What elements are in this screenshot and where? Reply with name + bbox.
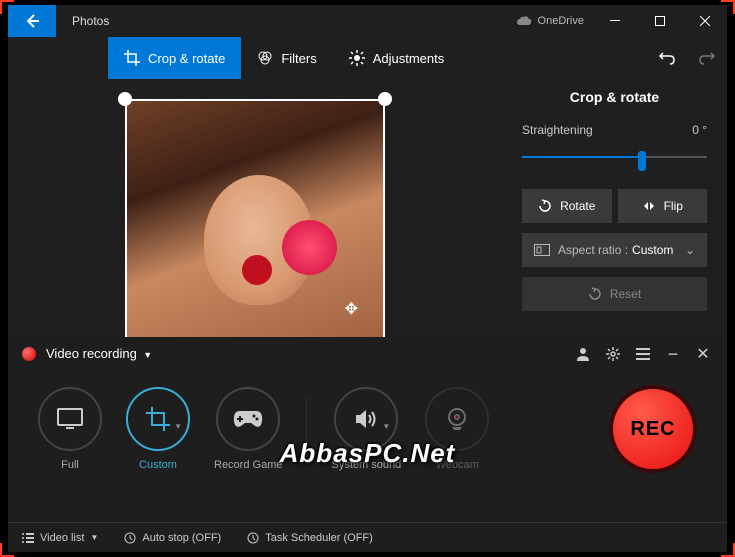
crop-icon xyxy=(146,407,170,431)
slider-thumb[interactable] xyxy=(638,151,646,171)
monitor-icon xyxy=(57,408,83,430)
flip-icon xyxy=(642,199,656,213)
account-icon[interactable] xyxy=(573,344,593,364)
photo-preview: ✥ xyxy=(127,101,383,349)
recorder-close-button[interactable]: ✕ xyxy=(693,344,713,364)
rotate-icon xyxy=(538,199,552,213)
undo-button[interactable] xyxy=(647,37,687,79)
video-list-button[interactable]: Video list ▼ xyxy=(22,532,98,544)
clock-icon xyxy=(124,532,136,544)
crop-icon xyxy=(124,50,140,66)
recorder-titlebar: Video recording ▼ − ✕ xyxy=(8,337,727,371)
aspect-ratio-dropdown[interactable]: Aspect ratio : Custom ⌄ xyxy=(522,233,707,267)
app-title: Photos xyxy=(72,14,109,28)
tab-crop-rotate[interactable]: Crop & rotate xyxy=(108,37,241,79)
aspect-icon xyxy=(534,244,550,256)
reset-icon xyxy=(588,287,602,301)
mode-webcam[interactable]: Webcam xyxy=(425,387,489,471)
adjustments-icon xyxy=(349,50,365,66)
recorder-footer: Video list ▼ Auto stop (OFF) Task Schedu… xyxy=(8,522,727,552)
straightening-value: 0 ° xyxy=(692,123,707,137)
onedrive-status[interactable]: OneDrive xyxy=(516,15,584,27)
crop-handle-tr[interactable] xyxy=(378,92,392,106)
filters-icon xyxy=(257,50,273,66)
menu-icon xyxy=(636,348,650,360)
rotate-button[interactable]: Rotate xyxy=(522,189,612,223)
tab-adjustments[interactable]: Adjustments xyxy=(333,37,461,79)
mode-full[interactable]: Full xyxy=(38,387,102,471)
chevron-down-icon: ▼ xyxy=(90,533,98,542)
edit-toolbar: Crop & rotate Filters Adjustments xyxy=(8,37,727,79)
panel-title: Crop & rotate xyxy=(522,89,707,105)
crop-handle-tl[interactable] xyxy=(118,92,132,106)
cloud-icon xyxy=(516,16,532,26)
recorder-window: Video recording ▼ − ✕ Full ▼ Custom xyxy=(8,337,727,552)
settings-button[interactable] xyxy=(603,344,623,364)
mode-custom[interactable]: ▼ Custom xyxy=(126,387,190,471)
list-icon xyxy=(22,533,34,543)
minimize-icon xyxy=(610,16,620,26)
mode-record-game[interactable]: Record Game xyxy=(214,387,282,471)
scheduler-icon xyxy=(247,532,259,544)
menu-button[interactable] xyxy=(633,344,653,364)
speaker-icon xyxy=(354,407,378,431)
crop-frame[interactable]: ✥ xyxy=(125,99,385,349)
close-button[interactable] xyxy=(682,5,727,37)
divider xyxy=(306,399,307,459)
undo-icon xyxy=(658,49,676,67)
reset-button[interactable]: Reset xyxy=(522,277,707,311)
task-scheduler-button[interactable]: Task Scheduler (OFF) xyxy=(247,532,373,544)
recorder-minimize-button[interactable]: − xyxy=(663,344,683,364)
gamepad-icon xyxy=(233,409,263,429)
record-button[interactable]: REC xyxy=(609,385,697,473)
flip-button[interactable]: Flip xyxy=(618,189,708,223)
gear-icon xyxy=(606,347,620,361)
mode-system-sound[interactable]: ▼ System sound xyxy=(331,387,401,471)
record-indicator-icon xyxy=(22,347,36,361)
redo-icon xyxy=(698,49,716,67)
tab-filters[interactable]: Filters xyxy=(241,37,332,79)
maximize-icon xyxy=(655,16,665,26)
back-button[interactable] xyxy=(8,5,56,37)
chevron-down-icon: ▼ xyxy=(143,350,152,360)
back-arrow-icon xyxy=(24,13,40,29)
close-icon xyxy=(700,16,710,26)
straightening-label: Straightening xyxy=(522,123,593,137)
maximize-button[interactable] xyxy=(637,5,682,37)
auto-stop-button[interactable]: Auto stop (OFF) xyxy=(124,532,221,544)
chevron-down-icon: ▼ xyxy=(382,422,390,431)
recorder-mode-dropdown[interactable]: Video recording ▼ xyxy=(46,345,152,363)
redo-button[interactable] xyxy=(687,37,727,79)
minimize-button[interactable] xyxy=(592,5,637,37)
chevron-down-icon: ⌄ xyxy=(685,243,695,257)
titlebar: Photos OneDrive xyxy=(8,5,727,37)
move-cursor-icon: ✥ xyxy=(345,299,358,319)
straightening-slider[interactable] xyxy=(522,145,707,169)
chevron-down-icon: ▼ xyxy=(174,422,182,431)
webcam-icon xyxy=(445,407,469,431)
